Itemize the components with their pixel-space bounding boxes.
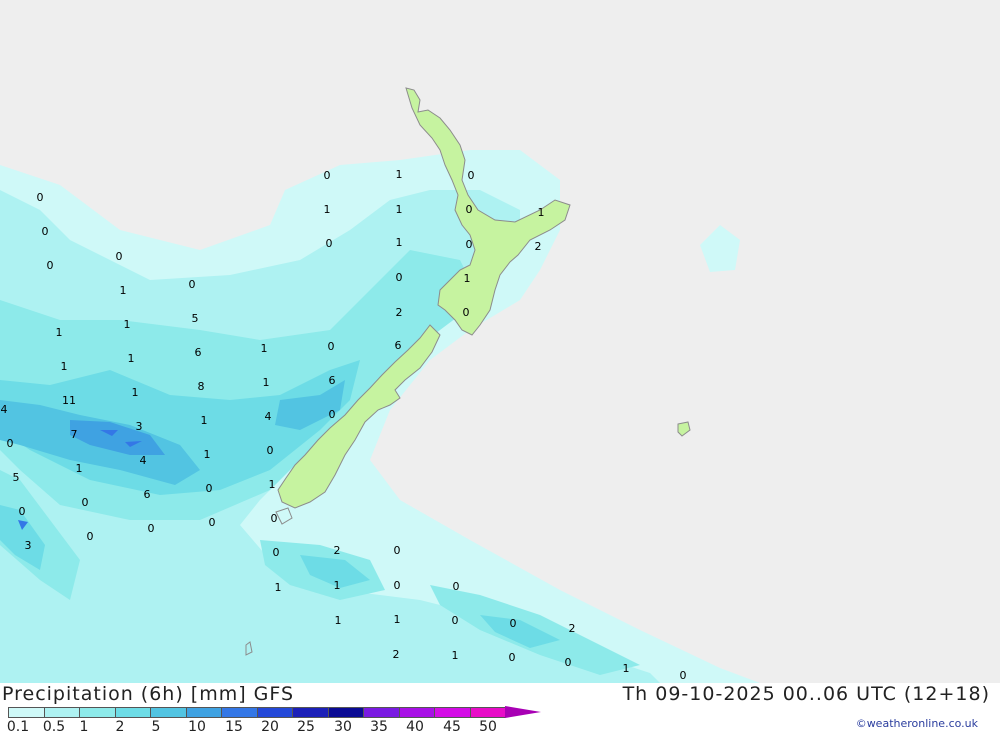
value-label: 1: [132, 386, 139, 399]
value-label: 0: [394, 579, 401, 592]
value-label: 1: [56, 326, 63, 339]
value-label: 6: [329, 374, 336, 387]
legend-swatch: [114, 707, 151, 718]
value-label: 1: [334, 579, 341, 592]
legend-swatch: [398, 707, 435, 718]
value-label: 8: [198, 380, 205, 393]
value-label: 7: [71, 428, 78, 441]
value-label: 0: [271, 512, 278, 525]
value-label: 1: [396, 203, 403, 216]
precipitation-map: 0 1 0 1 1 0 1 0 1 0 2 0 1 2 0 1 0 6 1 6 …: [0, 0, 1000, 683]
value-label: 4: [140, 454, 147, 467]
value-label: 1: [623, 662, 630, 675]
value-label: 1: [269, 478, 276, 491]
legend-swatch: [43, 707, 80, 718]
value-label: 1: [335, 614, 342, 627]
value-label: 3: [136, 420, 143, 433]
value-label: 1: [261, 342, 268, 355]
credit-link[interactable]: ©weatheronline.co.uk: [856, 717, 978, 730]
value-label: 6: [144, 488, 151, 501]
value-label: 2: [393, 648, 400, 661]
value-label: 5: [13, 471, 20, 484]
value-label: 0: [206, 482, 213, 495]
value-label: 1: [396, 168, 403, 181]
value-label: 0: [466, 203, 473, 216]
value-label: 2: [569, 622, 576, 635]
value-label: 4: [1, 403, 8, 416]
legend-swatch: [79, 707, 116, 718]
value-label: 0: [328, 340, 335, 353]
value-label: 1: [61, 360, 68, 373]
value-label: 0: [326, 237, 333, 250]
value-label: 1: [201, 414, 208, 427]
value-label: 0: [273, 546, 280, 559]
value-label: 0: [565, 656, 572, 669]
value-label: 0: [463, 306, 470, 319]
value-label: 0: [7, 437, 14, 450]
value-label: 0: [42, 225, 49, 238]
value-label: 1: [275, 581, 282, 594]
value-label: 1: [128, 352, 135, 365]
value-label: 0: [37, 191, 44, 204]
value-label: 6: [395, 339, 402, 352]
value-label: 5: [192, 312, 199, 325]
legend-swatch: [256, 707, 293, 718]
value-label: 0: [453, 580, 460, 593]
value-label: 0: [324, 169, 331, 182]
value-label: 1: [76, 462, 83, 475]
legend-swatch: [363, 707, 400, 718]
value-label: 2: [535, 240, 542, 253]
value-label: 0: [468, 169, 475, 182]
value-label: 0: [209, 516, 216, 529]
value-label: 2: [334, 544, 341, 557]
value-label: 0: [396, 271, 403, 284]
value-label: 0: [509, 651, 516, 664]
value-label: 4: [265, 410, 272, 423]
legend-swatch: [327, 707, 364, 718]
value-label: 1: [538, 206, 545, 219]
value-label: 0: [47, 259, 54, 272]
value-label: 1: [124, 318, 131, 331]
value-label: 1: [396, 236, 403, 249]
value-label: 11: [62, 394, 76, 407]
map-title: Precipitation (6h) [mm] GFS: [2, 683, 295, 705]
value-label: 1: [324, 203, 331, 216]
legend-swatch: [434, 707, 471, 718]
value-label: 0: [87, 530, 94, 543]
valid-time: Th 09-10-2025 00..06 UTC (12+18): [622, 683, 990, 705]
value-label: 0: [82, 496, 89, 509]
legend-swatch: [150, 707, 187, 718]
value-label: 1: [204, 448, 211, 461]
value-label: 1: [452, 649, 459, 662]
value-label: 1: [120, 284, 127, 297]
legend-swatch: [185, 707, 222, 718]
value-label: 0: [452, 614, 459, 627]
legend-swatch: [292, 707, 329, 718]
value-label: 0: [466, 238, 473, 251]
legend-swatch: [469, 707, 506, 718]
map-footer: Precipitation (6h) [mm] GFS Th 09-10-202…: [0, 683, 1000, 735]
value-label: 0: [19, 505, 26, 518]
value-label: 1: [464, 272, 471, 285]
value-label: 0: [680, 669, 687, 682]
value-label: 0: [189, 278, 196, 291]
value-label: 2: [396, 306, 403, 319]
value-label: 3: [25, 539, 32, 552]
value-label: 0: [148, 522, 155, 535]
value-label: 0: [116, 250, 123, 263]
value-label: 6: [195, 346, 202, 359]
legend-arrow-icon: [505, 706, 541, 718]
value-label: 1: [394, 613, 401, 626]
value-label: 0: [267, 444, 274, 457]
color-legend: [8, 706, 541, 719]
value-label: 0: [329, 408, 336, 421]
value-label: 1: [263, 376, 270, 389]
value-label: 0: [394, 544, 401, 557]
value-label: 0: [510, 617, 517, 630]
legend-swatch: [8, 707, 45, 718]
legend-swatch: [221, 707, 258, 718]
